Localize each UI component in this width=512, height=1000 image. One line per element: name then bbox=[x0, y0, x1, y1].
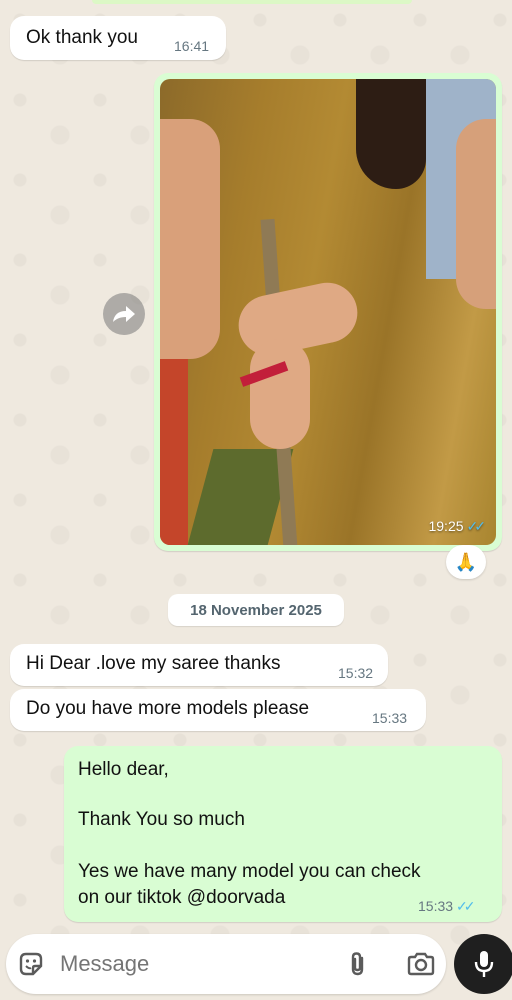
outgoing-photo-message[interactable]: 19:25 ✓✓ bbox=[154, 73, 502, 551]
message-time: 16:41 bbox=[174, 38, 210, 54]
forward-button[interactable] bbox=[103, 293, 145, 335]
date-separator: 18 November 2025 bbox=[168, 594, 344, 626]
incoming-message[interactable]: Hi Dear .love my saree thanks 15:32 bbox=[10, 644, 388, 686]
message-line: on our tiktok @doorvada bbox=[78, 887, 286, 908]
camera-icon[interactable] bbox=[406, 950, 436, 978]
incoming-message[interactable]: Do you have more models please 15:33 bbox=[10, 689, 426, 731]
message-text: Hi Dear .love my saree thanks bbox=[26, 653, 281, 674]
read-ticks-icon: ✓✓ bbox=[466, 518, 487, 534]
reaction-badge[interactable]: 🙏 bbox=[446, 545, 486, 579]
incoming-message[interactable]: Ok thank you 16:41 bbox=[10, 16, 226, 60]
photo-time: 19:25 ✓✓ bbox=[428, 518, 487, 534]
sticker-icon[interactable] bbox=[18, 951, 44, 977]
message-time: 15:33 ✓✓ bbox=[418, 898, 476, 914]
message-line: Thank You so much bbox=[78, 809, 245, 830]
microphone-button[interactable] bbox=[454, 934, 512, 994]
message-input[interactable] bbox=[60, 951, 330, 977]
message-time: 15:33 bbox=[372, 710, 408, 726]
message-text: Ok thank you bbox=[26, 27, 138, 48]
message-line: Hello dear, bbox=[78, 759, 169, 780]
saree-photo[interactable]: 19:25 ✓✓ bbox=[160, 79, 496, 545]
message-text: Do you have more models please bbox=[26, 698, 310, 719]
forward-icon bbox=[113, 306, 135, 322]
previous-message-edge bbox=[92, 0, 412, 4]
message-time: 15:32 bbox=[338, 665, 374, 681]
read-ticks-icon: ✓✓ bbox=[456, 898, 476, 914]
outgoing-message[interactable]: Hello dear, Thank You so much Yes we hav… bbox=[64, 746, 502, 922]
message-composer[interactable] bbox=[6, 934, 446, 994]
folded-hands-icon: 🙏 bbox=[454, 551, 478, 572]
microphone-icon bbox=[474, 951, 494, 977]
message-line: Yes we have many model you can check bbox=[78, 861, 421, 882]
paperclip-icon[interactable] bbox=[344, 950, 372, 978]
